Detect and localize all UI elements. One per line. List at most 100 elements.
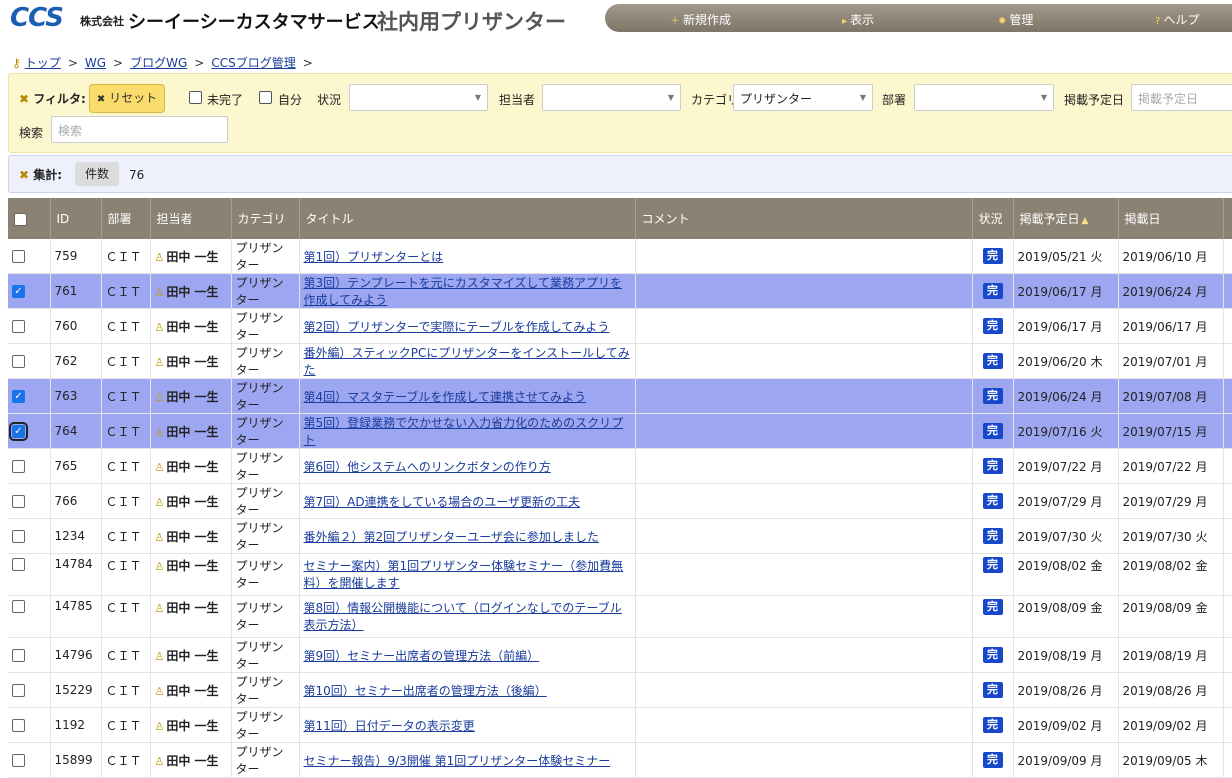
row-select[interactable] — [8, 553, 51, 596]
cell-overflow — [1223, 518, 1232, 554]
title-link[interactable]: 第5回）登録業務で欠かせない入力省力化のためのスクリプト — [304, 416, 624, 447]
cell-status: 完 — [972, 518, 1014, 554]
breadcrumb-top[interactable]: トップ — [25, 56, 61, 70]
row-checkbox[interactable] — [12, 649, 25, 662]
title-link[interactable]: 番外編２）第2回プリザンターユーザ会に参加しました — [304, 530, 599, 544]
row-checkbox[interactable] — [12, 355, 25, 368]
cell-published-date: 2019/06/10 月 — [1118, 239, 1224, 274]
row-select[interactable] — [8, 239, 51, 274]
status-badge: 完 — [982, 682, 1003, 698]
title-link[interactable]: 第6回）他システムへのリンクボタンの作り方 — [304, 460, 551, 474]
row-checkbox[interactable] — [12, 600, 25, 613]
table-row[interactable]: 15229 ＣＩＴ ♙ 田中 一生 プリザンター 第10回）セミナー出席者の管理方法（後編… — [8, 672, 1232, 708]
search-input[interactable]: 検索 — [51, 116, 228, 143]
row-checkbox[interactable] — [12, 460, 25, 473]
title-link[interactable]: 第3回）テンプレートを元にカスタマイズして業務アプリを作成してみよう — [304, 276, 623, 307]
table-row[interactable]: ✓ 761 ＣＩＴ ♙ 田中 一生 プリザンター 第3回）テンプレートを元にカスタマイズして… — [8, 273, 1232, 309]
breadcrumb-blog-manage[interactable]: CCSブログ管理 — [211, 56, 295, 70]
title-link[interactable]: 第10回）セミナー出席者の管理方法（後編） — [304, 684, 547, 698]
nav-help[interactable]: ? ヘルプ — [1155, 11, 1199, 28]
row-select[interactable] — [8, 595, 51, 638]
col-dept[interactable]: 部署 — [101, 198, 151, 239]
col-comment[interactable]: コメント — [635, 198, 973, 239]
breadcrumb-wg[interactable]: WG — [85, 56, 106, 70]
row-select[interactable] — [8, 308, 51, 344]
nav-manage[interactable]: ✹ 管理 — [998, 11, 1033, 28]
user-icon: ♙ — [154, 460, 165, 474]
table-row[interactable]: ✓ 764 ＣＩＴ ♙ 田中 一生 プリザンター 第5回）登録業務で欠かせない入力省力化のた… — [8, 413, 1232, 449]
row-select[interactable]: ✓ — [8, 413, 51, 449]
table-row[interactable]: 1234 ＣＩＴ ♙ 田中 一生 プリザンター 番外編２）第2回プリザンターユーザ会に参加… — [8, 518, 1232, 554]
breadcrumb-blog-wg[interactable]: ブログWG — [130, 56, 187, 70]
row-checkbox[interactable] — [12, 250, 25, 263]
row-select[interactable] — [8, 672, 51, 708]
title-link[interactable]: 番外編）スティックPCにプリザンターをインストールしてみた — [304, 346, 630, 377]
status-select[interactable]: ▼ — [349, 84, 488, 111]
row-select[interactable] — [8, 343, 51, 379]
title-link[interactable]: 第8回）情報公開機能について（ログインなしでのテーブル表示方法） — [304, 601, 622, 632]
row-checkbox[interactable] — [12, 558, 25, 571]
row-select[interactable] — [8, 637, 51, 673]
title-link[interactable]: 第1回）プリザンターとは — [304, 250, 444, 264]
company-logo[interactable]: CCS — [10, 3, 64, 33]
table-row[interactable]: 15899 ＣＩＴ ♙ 田中 一生 プリザンター セミナー報告）9/3開催 第1回プリザン… — [8, 742, 1232, 778]
table-row[interactable]: 14785 ＣＩＴ ♙ 田中 一生 プリザンター 第8回）情報公開機能について（ログインな… — [8, 595, 1232, 638]
question-icon: ? — [1155, 16, 1161, 27]
table-row[interactable]: ✓ 763 ＣＩＴ ♙ 田中 一生 プリザンター 第4回）マスタテーブルを作成して連携させて… — [8, 378, 1232, 414]
cell-comment — [635, 483, 973, 519]
cell-category: プリザンター — [231, 672, 300, 708]
row-checkbox[interactable]: ✓ — [9, 422, 28, 441]
row-select[interactable] — [8, 707, 51, 743]
table-row[interactable]: 1192 ＣＩＴ ♙ 田中 一生 プリザンター 第11回）日付データの表示変更 完 2019/… — [8, 707, 1232, 743]
row-select[interactable]: ✓ — [8, 378, 51, 414]
category-select[interactable]: プリザンター ▼ — [733, 84, 873, 111]
cell-title: 第10回）セミナー出席者の管理方法（後編） — [299, 672, 636, 708]
table-row[interactable]: 759 ＣＩＴ ♙ 田中 一生 プリザンター 第1回）プリザンターとは 完 2019/05/2… — [8, 239, 1232, 274]
row-select[interactable] — [8, 518, 51, 554]
col-owner[interactable]: 担当者 — [150, 198, 232, 239]
row-checkbox[interactable] — [12, 320, 25, 333]
count-chip[interactable]: 件数 — [75, 162, 119, 186]
col-id[interactable]: ID — [50, 198, 102, 239]
row-checkbox[interactable]: ✓ — [12, 390, 25, 403]
table-row[interactable]: 766 ＣＩＴ ♙ 田中 一生 プリザンター 第7回）AD連携をしている場合のユーザ更新の… — [8, 483, 1232, 519]
row-checkbox[interactable] — [12, 719, 25, 732]
title-link[interactable]: 第9回）セミナー出席者の管理方法（前編） — [304, 649, 540, 663]
table-row[interactable]: 762 ＣＩＴ ♙ 田中 一生 プリザンター 番外編）スティックPCにプリザンターをインス… — [8, 343, 1232, 379]
title-link[interactable]: 第11回）日付データの表示変更 — [304, 719, 475, 733]
row-checkbox[interactable] — [12, 684, 25, 697]
reset-button[interactable]: ✖ リセット — [89, 84, 165, 113]
publish-date-input[interactable]: 掲載予定日 — [1131, 84, 1232, 111]
title-link[interactable]: 第7回）AD連携をしている場合のユーザ更新の工夫 — [304, 495, 581, 509]
row-select[interactable] — [8, 483, 51, 519]
key-icon: ⚷ — [12, 56, 21, 70]
table-row[interactable]: 14796 ＣＩＴ ♙ 田中 一生 プリザンター 第9回）セミナー出席者の管理方法（前編）… — [8, 637, 1232, 673]
dept-select[interactable]: ▼ — [914, 84, 1054, 111]
col-title[interactable]: タイトル — [299, 198, 636, 239]
row-checkbox[interactable]: ✓ — [12, 285, 25, 298]
nav-new[interactable]: ＋新規作成 — [670, 11, 731, 28]
table-row[interactable]: 760 ＣＩＴ ♙ 田中 一生 プリザンター 第2回）プリザンターで実際にテーブルを作成し… — [8, 308, 1232, 344]
title-link[interactable]: セミナー案内）第1回プリザンター体験セミナー（参加費無料）を開催します — [304, 559, 624, 590]
row-checkbox[interactable] — [12, 495, 25, 508]
table-row[interactable]: 14784 ＣＩＴ ♙ 田中 一生 プリザンター セミナー案内）第1回プリザンター体験セミ… — [8, 553, 1232, 596]
title-link[interactable]: 第2回）プリザンターで実際にテーブルを作成してみよう — [304, 320, 610, 334]
row-checkbox[interactable] — [12, 530, 25, 543]
select-all-checkbox[interactable] — [14, 212, 27, 226]
row-select[interactable]: ✓ — [8, 273, 51, 309]
row-checkbox[interactable] — [12, 754, 25, 767]
table-row[interactable]: 765 ＣＩＴ ♙ 田中 一生 プリザンター 第6回）他システムへのリンクボタンの作り方 完… — [8, 448, 1232, 484]
nav-view[interactable]: ▸ 表示 — [842, 11, 874, 28]
col-status[interactable]: 状況 — [972, 198, 1014, 239]
title-link[interactable]: 第4回）マスタテーブルを作成して連携させてみよう — [304, 390, 587, 404]
col-category[interactable]: カテゴリ — [231, 198, 300, 239]
owner-select[interactable]: ▼ — [542, 84, 681, 111]
row-select[interactable] — [8, 448, 51, 484]
col-published-date[interactable]: 掲載日 — [1118, 198, 1224, 239]
col-planned-date[interactable]: 掲載予定日 ▲ — [1013, 198, 1119, 239]
mine-checkbox[interactable] — [259, 91, 272, 104]
row-select[interactable] — [8, 742, 51, 778]
select-all-header[interactable] — [8, 198, 51, 239]
title-link[interactable]: セミナー報告）9/3開催 第1回プリザンター体験セミナー — [304, 754, 611, 768]
incomplete-checkbox[interactable] — [189, 91, 202, 104]
